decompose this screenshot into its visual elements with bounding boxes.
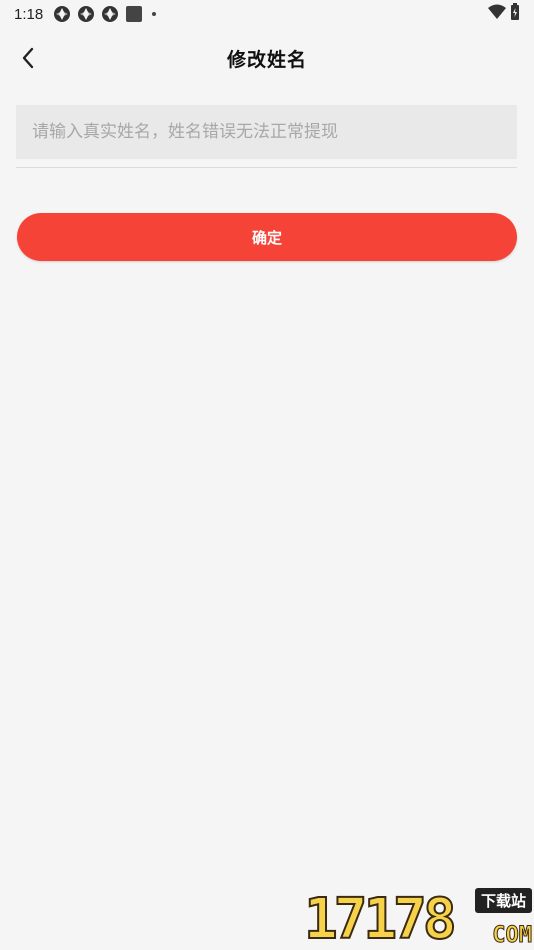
watermark-tag: 下载站 [474, 888, 532, 913]
status-bar: 1:18 [0, 0, 534, 28]
app-notification-icon [53, 5, 71, 23]
name-input-container [16, 105, 517, 159]
square-notification-icon [125, 5, 143, 23]
dot-icon [149, 5, 159, 23]
status-time: 1:18 [14, 5, 44, 23]
wifi-icon [488, 4, 506, 24]
page-title: 修改姓名 [226, 48, 307, 71]
confirm-button[interactable]: 确定 [17, 213, 517, 261]
nav-bar: 修改姓名 [0, 30, 534, 86]
status-right [488, 3, 520, 25]
name-input[interactable] [16, 105, 517, 159]
input-divider [16, 167, 517, 168]
watermark-logo: 17178 下载站 COM [303, 887, 534, 950]
watermark-digits: 17178 [303, 887, 458, 950]
watermark-suffix: COM [492, 923, 533, 949]
app-notification-icon [77, 5, 95, 23]
chevron-left-icon [22, 47, 34, 69]
app-notification-icon [101, 5, 119, 23]
back-button[interactable] [14, 44, 42, 72]
battery-icon [510, 3, 520, 25]
